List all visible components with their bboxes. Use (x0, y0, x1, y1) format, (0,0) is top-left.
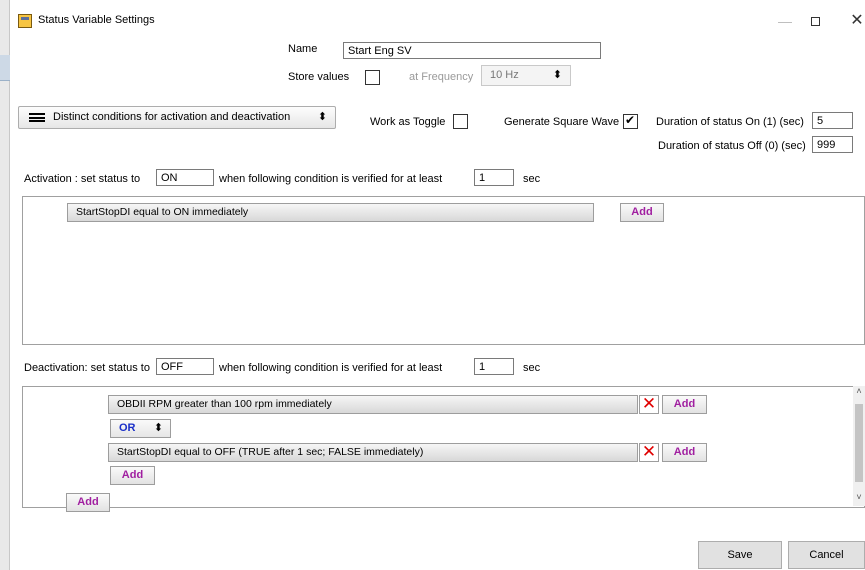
square-wave-label: Generate Square Wave (504, 116, 620, 128)
delete-condition-1-button[interactable]: ✕ (639, 395, 659, 414)
work-as-toggle-label: Work as Toggle (370, 116, 446, 128)
close-x-icon: ✕ (641, 394, 657, 413)
deactivation-label: Deactivation: set status to (24, 362, 150, 374)
app-icon (18, 14, 32, 28)
activation-duration-input[interactable] (474, 169, 514, 186)
scroll-down-icon[interactable]: ˅ (853, 492, 865, 502)
close-x-icon: ✕ (641, 442, 657, 461)
frequency-select-arrow-icon: ⬍ (552, 69, 562, 81)
background-window-marker (0, 55, 10, 81)
condition-1-add-button[interactable]: Add (662, 395, 707, 414)
scroll-up-icon[interactable]: ˄ (853, 386, 865, 396)
activation-condition-row[interactable]: StartStopDI equal to ON immediately (67, 203, 594, 222)
maximize-icon (810, 17, 820, 26)
logic-operator-value: OR (119, 422, 136, 434)
list-icon (29, 113, 45, 122)
deactivation-condition-row-2[interactable]: StartStopDI equal to OFF (TRUE after 1 s… (108, 443, 638, 462)
condition-mode-select[interactable]: Distinct conditions for activation and d… (18, 106, 336, 129)
frequency-value: 10 Hz (490, 69, 519, 81)
name-input[interactable] (343, 42, 601, 59)
condition-mode-value: Distinct conditions for activation and d… (53, 111, 291, 123)
background-window-edge (0, 0, 10, 570)
deactivation-condition-label: when following condition is verified for… (219, 362, 443, 374)
status-variable-settings-dialog: Status Variable Settings — ✕ Name Store … (10, 0, 865, 570)
deactivation-add-button[interactable]: Add (66, 493, 110, 512)
activation-label: Activation : set status to (24, 173, 141, 185)
cancel-button[interactable]: Cancel (788, 541, 865, 569)
activation-condition-label: when following condition is verified for… (219, 173, 443, 185)
frequency-label: at Frequency (409, 71, 474, 83)
logic-operator-arrow-icon: ⬍ (153, 422, 163, 434)
title-bar: Status Variable Settings — ✕ (10, 0, 865, 38)
duration-on-label: Duration of status On (1) (sec) (656, 116, 804, 128)
condition-mode-arrow-icon: ⬍ (317, 111, 327, 123)
store-values-label: Store values (288, 71, 350, 83)
duration-on-input[interactable] (812, 112, 853, 129)
close-button[interactable]: ✕ (837, 10, 865, 32)
deactivation-duration-unit: sec (523, 362, 541, 374)
deactivation-duration-input[interactable] (474, 358, 514, 375)
scroll-thumb[interactable] (855, 404, 863, 482)
deactivation-status-input[interactable] (156, 358, 214, 375)
deactivation-scrollbar[interactable]: ˄ ˅ (853, 386, 865, 506)
name-label: Name (288, 43, 318, 55)
deactivation-condition-row-1[interactable]: OBDII RPM greater than 100 rpm immediate… (108, 395, 638, 414)
maximize-button[interactable] (795, 10, 835, 32)
save-button[interactable]: Save (698, 541, 782, 569)
condition-2-add-button[interactable]: Add (662, 443, 707, 462)
square-wave-checkbox[interactable] (623, 113, 638, 129)
frequency-select[interactable]: 10 Hz ⬍ (481, 65, 571, 86)
store-values-checkbox[interactable] (365, 70, 380, 85)
duration-off-input[interactable] (812, 136, 853, 153)
activation-status-input[interactable] (156, 169, 214, 186)
work-as-toggle-checkbox[interactable] (453, 114, 468, 129)
duration-off-label: Duration of status Off (0) (sec) (658, 140, 806, 152)
delete-condition-2-button[interactable]: ✕ (639, 443, 659, 462)
logic-operator-select[interactable]: OR ⬍ (110, 419, 171, 438)
window-title: Status Variable Settings (38, 14, 155, 26)
activation-duration-unit: sec (523, 173, 541, 185)
group-add-button[interactable]: Add (110, 466, 155, 485)
activation-add-button[interactable]: Add (620, 203, 664, 222)
